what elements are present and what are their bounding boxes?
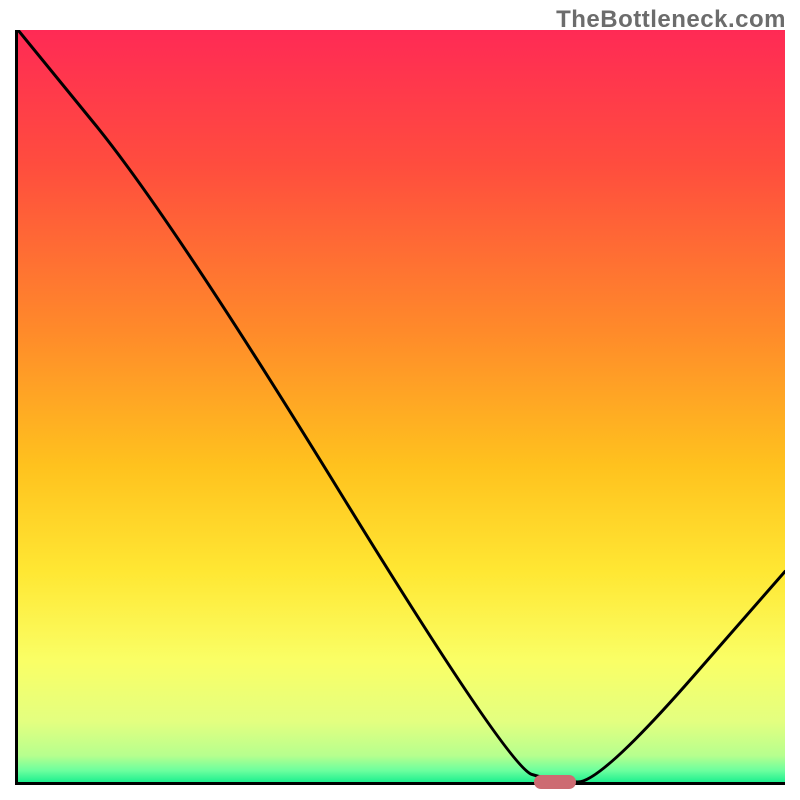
optimum-marker bbox=[534, 775, 576, 789]
chart-canvas: TheBottleneck.com bbox=[0, 0, 800, 800]
axes-frame bbox=[15, 30, 785, 785]
